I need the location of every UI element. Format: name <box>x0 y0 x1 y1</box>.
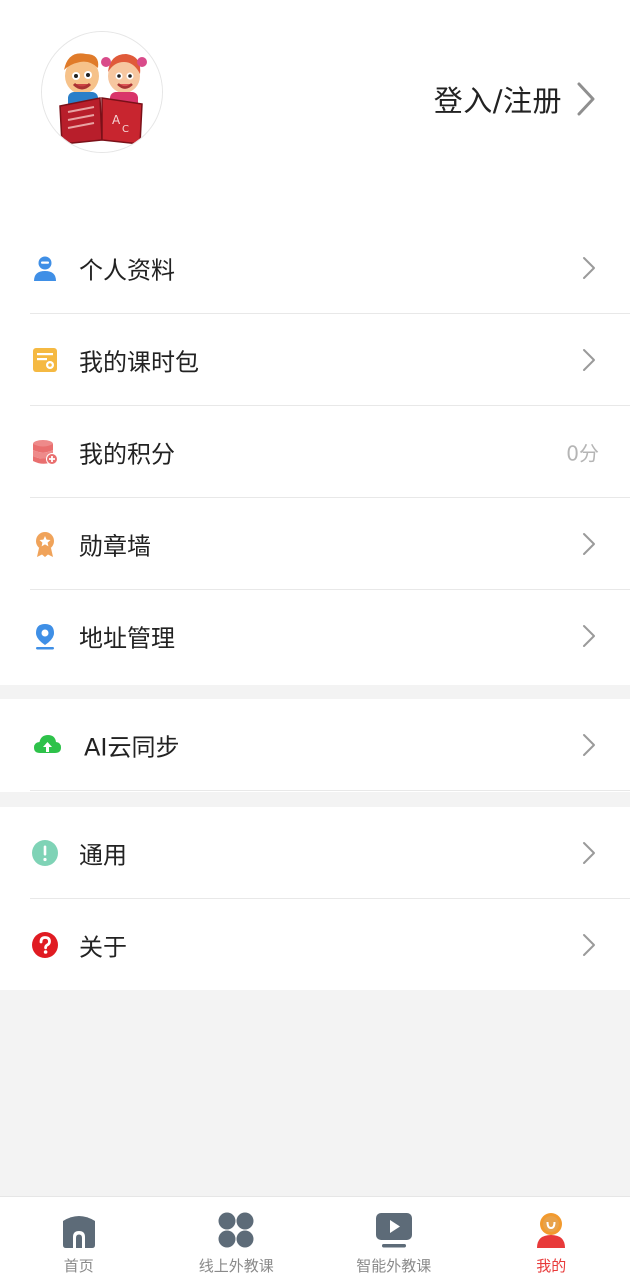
tab-smart-foreign-teacher[interactable]: 智能外教课 <box>315 1197 473 1280</box>
tab-online-foreign-teacher[interactable]: 线上外教课 <box>158 1197 316 1280</box>
menu-group-account: 个人资料 我的课时包 我的积分 0分 勋章墙 地址管理 <box>0 222 630 685</box>
medal-icon <box>36 532 54 557</box>
chevron-right-icon <box>583 349 595 371</box>
login-register-label: 登入/注册 <box>433 84 562 118</box>
menu-item-label: 我的积分 <box>79 440 175 469</box>
chevron-right-icon <box>583 257 595 279</box>
login-register-button[interactable]: 登入/注册 <box>434 75 596 123</box>
info-icon <box>32 840 58 866</box>
svg-text:A: A <box>112 113 121 127</box>
user-icon <box>34 256 56 281</box>
menu-group-sync: AI云同步 <box>0 699 630 792</box>
menu-item-address-management[interactable]: 地址管理 <box>0 590 630 682</box>
play-video-icon <box>375 1213 412 1248</box>
tab-label: 首页 <box>63 1257 94 1275</box>
menu-item-label: 关于 <box>79 933 127 962</box>
cloud-upload-icon <box>34 735 61 753</box>
profile-header: A C 登入/注册 <box>0 0 630 222</box>
chevron-right-icon <box>583 734 595 756</box>
menu-item-general[interactable]: 通用 <box>0 807 630 899</box>
menu-item-label: 勋章墙 <box>79 532 151 561</box>
location-pin-icon <box>36 624 54 650</box>
profile-icon <box>537 1213 566 1248</box>
menu-item-personal-info[interactable]: 个人资料 <box>0 222 630 314</box>
points-coins-icon <box>33 440 58 465</box>
chevron-right-icon <box>577 82 595 116</box>
points-value: 0分 <box>566 441 599 466</box>
home-icon <box>62 1216 95 1248</box>
chevron-right-icon <box>583 842 595 864</box>
avatar[interactable]: A C <box>41 31 163 153</box>
svg-text:C: C <box>122 124 129 135</box>
menu-item-label: 通用 <box>79 841 127 870</box>
menu-item-label: 我的课时包 <box>79 348 199 377</box>
help-icon <box>32 932 58 958</box>
tab-mine[interactable]: 我的 <box>473 1197 630 1280</box>
tab-home[interactable]: 首页 <box>0 1197 158 1280</box>
menu-item-label: 地址管理 <box>79 624 175 653</box>
bottom-tab-bar: 首页 线上外教课 智能外教课 我的 <box>0 1196 630 1280</box>
menu-item-lesson-package[interactable]: 我的课时包 <box>0 314 630 406</box>
menu-item-label: 个人资料 <box>79 256 175 285</box>
chevron-right-icon <box>583 625 595 647</box>
menu-item-medal-wall[interactable]: 勋章墙 <box>0 498 630 590</box>
menu-item-my-points[interactable]: 我的积分 0分 <box>0 406 630 498</box>
menu-group-settings: 通用 关于 <box>0 807 630 990</box>
chevron-right-icon <box>583 533 595 555</box>
menu-item-label: AI云同步 <box>84 733 180 762</box>
chevron-right-icon <box>583 934 595 956</box>
menu-item-about[interactable]: 关于 <box>0 899 630 991</box>
menu-item-ai-cloud-sync[interactable]: AI云同步 <box>0 699 630 791</box>
profile-page: A C 登入/注册 个人资料 我的课时包 我的积分 0分 勋章墙 地址管理 AI… <box>0 0 630 1280</box>
tab-label: 我的 <box>536 1257 567 1275</box>
tab-label: 智能外教课 <box>356 1257 432 1275</box>
divider <box>30 790 630 791</box>
lesson-package-icon <box>33 348 57 372</box>
kids-reading-avatar-image: A C <box>42 32 162 152</box>
grid-icon <box>218 1212 254 1248</box>
tab-label: 线上外教课 <box>198 1257 274 1275</box>
